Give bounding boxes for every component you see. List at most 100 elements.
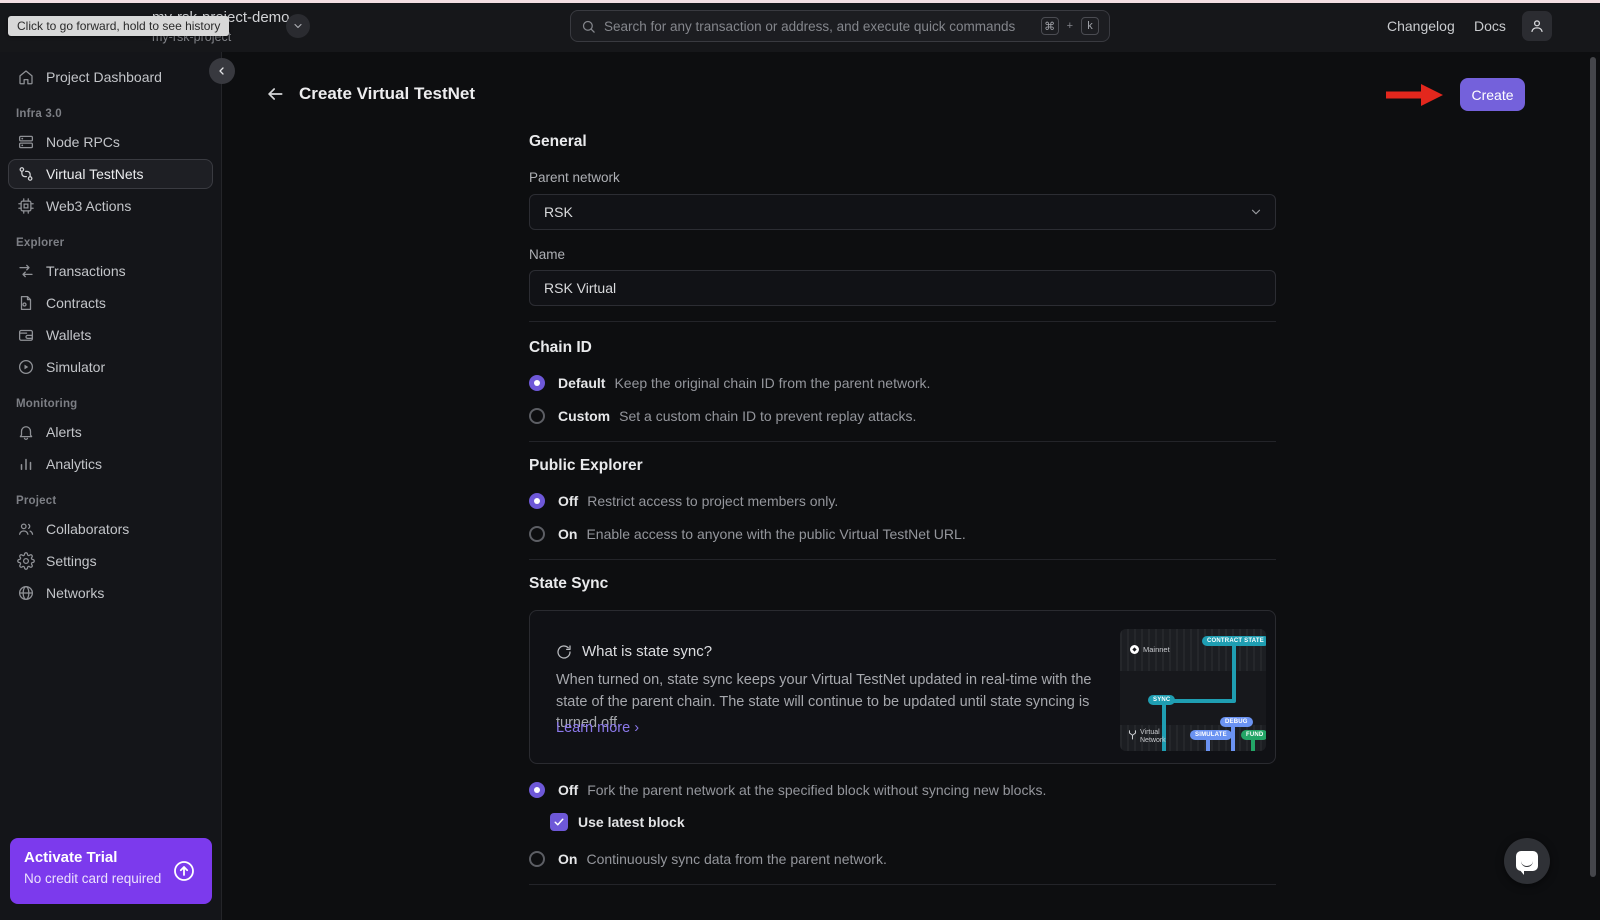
checkbox-checked-icon[interactable] [550, 813, 568, 831]
page-title: Create Virtual TestNet [299, 84, 475, 104]
parent-network-label: Parent network [529, 170, 1276, 186]
radio-selected-icon[interactable] [529, 782, 545, 798]
public-explorer-option-on[interactable]: On Enable access to anyone with the publ… [529, 526, 1276, 542]
changelog-link[interactable]: Changelog [1387, 18, 1455, 34]
sidebar-item-label: Simulator [46, 359, 105, 375]
chain-id-option-custom[interactable]: Custom Set a custom chain ID to prevent … [529, 408, 1276, 424]
sidebar-item-alerts[interactable]: Alerts [8, 417, 213, 447]
sidebar-item-label: Collaborators [46, 521, 129, 537]
person-icon [1529, 18, 1545, 34]
global-search[interactable]: ⌘ + k [570, 10, 1110, 42]
learn-more-link[interactable]: Learn more › [556, 720, 639, 736]
sidebar-item-label: Virtual TestNets [46, 166, 144, 182]
kbd-plus: + [1067, 20, 1073, 32]
sidebar-item-contracts[interactable]: Contracts [8, 288, 213, 318]
wallet-icon [17, 326, 35, 344]
search-input[interactable] [604, 19, 1033, 34]
option-desc: Set a custom chain ID to prevent replay … [619, 408, 916, 424]
public-explorer-heading: Public Explorer [529, 457, 1276, 475]
general-heading: General [529, 133, 1276, 151]
sidebar-item-project-dashboard[interactable]: Project Dashboard [8, 62, 213, 92]
option-label: On [558, 851, 577, 867]
state-sync-info-card: What is state sync? When turned on, stat… [529, 610, 1276, 764]
sidebar-section-project: Project [16, 495, 205, 507]
parent-network-select[interactable]: RSK [529, 194, 1276, 230]
sidebar-item-label: Transactions [46, 263, 126, 279]
page-scrollbar[interactable] [1590, 57, 1596, 877]
mainnet-label: Mainnet [1143, 645, 1170, 654]
divider [529, 884, 1276, 885]
chevron-down-icon [292, 20, 304, 32]
back-button[interactable] [265, 84, 285, 104]
play-circle-icon [17, 358, 35, 376]
activate-trial-banner[interactable]: Activate Trial No credit card required [10, 838, 212, 904]
radio-unselected-icon[interactable] [529, 408, 545, 424]
contract-file-icon [17, 294, 35, 312]
home-icon [17, 68, 35, 86]
window-top-edge [0, 0, 1600, 3]
arrow-up-circle-icon [172, 859, 196, 883]
mainnet-node: Mainnet [1130, 645, 1170, 654]
state-sync-option-off[interactable]: Off Fork the parent network at the speci… [529, 782, 1276, 798]
sidebar-item-transactions[interactable]: Transactions [8, 256, 213, 286]
sidebar-item-label: Node RPCs [46, 134, 120, 150]
option-label: Off [558, 493, 578, 509]
name-input[interactable] [544, 280, 1261, 296]
sync-pill: SYNC [1148, 695, 1175, 705]
public-explorer-option-off[interactable]: Off Restrict access to project members o… [529, 493, 1276, 509]
sidebar-item-node-rpcs[interactable]: Node RPCs [8, 127, 213, 157]
state-sync-option-on[interactable]: On Continuously sync data from the paren… [529, 851, 1276, 867]
virtual-network-node: Virtual Network [1128, 729, 1166, 745]
docs-link[interactable]: Docs [1474, 18, 1506, 34]
chevron-right-icon: › [634, 720, 639, 736]
chevron-left-icon [216, 65, 228, 77]
virtual-testnets-icon [17, 165, 35, 183]
radio-unselected-icon[interactable] [529, 526, 545, 542]
simulate-pill: SIMULATE [1190, 730, 1232, 740]
cpu-icon [17, 197, 35, 215]
radio-unselected-icon[interactable] [529, 851, 545, 867]
card-body: When turned on, state sync keeps your Vi… [556, 670, 1112, 735]
search-icon [581, 19, 596, 34]
sync-refresh-icon [556, 644, 572, 660]
divider [529, 441, 1276, 442]
radio-selected-icon[interactable] [529, 493, 545, 509]
account-menu-button[interactable] [1522, 11, 1552, 41]
project-switcher-button[interactable] [286, 14, 310, 38]
cmd-key-badge: ⌘ [1041, 17, 1059, 35]
sidebar-item-analytics[interactable]: Analytics [8, 449, 213, 479]
sidebar-item-label: Networks [46, 585, 104, 601]
sidebar-item-wallets[interactable]: Wallets [8, 320, 213, 350]
sidebar-item-label: Settings [46, 553, 97, 569]
gear-icon [17, 552, 35, 570]
create-button[interactable]: Create [1460, 78, 1525, 111]
browser-tooltip: Click to go forward, hold to see history [8, 16, 229, 36]
chain-id-option-default[interactable]: Default Keep the original chain ID from … [529, 375, 1276, 391]
bar-chart-icon [17, 455, 35, 473]
sidebar-item-settings[interactable]: Settings [8, 546, 213, 576]
use-latest-block-label: Use latest block [578, 814, 685, 830]
chain-id-heading: Chain ID [529, 339, 1276, 357]
radio-selected-icon[interactable] [529, 375, 545, 391]
sidebar-item-simulator[interactable]: Simulator [8, 352, 213, 382]
sidebar-item-virtual-testnets[interactable]: Virtual TestNets [8, 159, 213, 189]
sidebar-section-explorer: Explorer [16, 237, 205, 249]
option-label: On [558, 526, 577, 542]
sidebar-item-web3-actions[interactable]: Web3 Actions [8, 191, 213, 221]
topbar: my-rsk-project-demo my-rsk-project ⌘ + k… [0, 0, 1600, 52]
k-key-badge: k [1081, 17, 1099, 35]
divider [529, 321, 1276, 322]
sidebar-collapse-button[interactable] [209, 58, 235, 84]
sidebar-item-collaborators[interactable]: Collaborators [8, 514, 213, 544]
mainnet-icon [1130, 645, 1139, 654]
sidebar-section-monitoring: Monitoring [16, 398, 205, 410]
option-label: Custom [558, 408, 610, 424]
use-latest-block-row[interactable]: Use latest block [550, 813, 1276, 831]
contract-state-pill: CONTRACT STATE [1202, 636, 1266, 646]
option-desc: Keep the original chain ID from the pare… [614, 375, 930, 391]
sidebar-item-label: Project Dashboard [46, 69, 162, 85]
state-sync-heading: State Sync [529, 575, 1276, 593]
chat-widget-button[interactable] [1504, 838, 1550, 884]
sidebar-item-networks[interactable]: Networks [8, 578, 213, 608]
name-field-wrap [529, 270, 1276, 306]
